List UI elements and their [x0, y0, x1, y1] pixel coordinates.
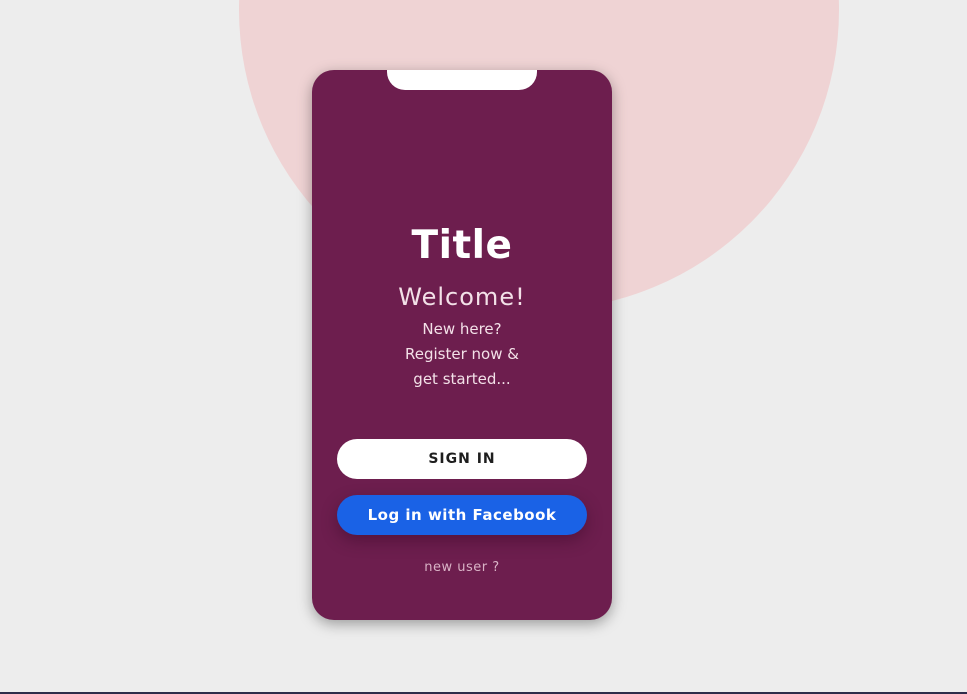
welcome-heading: Welcome! — [398, 283, 526, 311]
phone-notch — [387, 70, 537, 90]
app-title: Title — [411, 223, 513, 268]
page-background: Title Welcome! New here? Register now & … — [0, 0, 967, 694]
login-card: Title Welcome! New here? Register now & … — [312, 70, 612, 620]
intro-line-1: New here? — [422, 320, 502, 338]
intro-line-2: Register now & — [405, 345, 519, 363]
sign-in-button[interactable]: SIGN IN — [337, 439, 587, 479]
new-user-link[interactable]: new user ? — [312, 560, 612, 575]
intro-line-3: get started... — [413, 370, 511, 388]
intro-text: New here? Register now & get started... — [312, 317, 612, 392]
facebook-login-button[interactable]: Log in with Facebook — [337, 495, 587, 535]
